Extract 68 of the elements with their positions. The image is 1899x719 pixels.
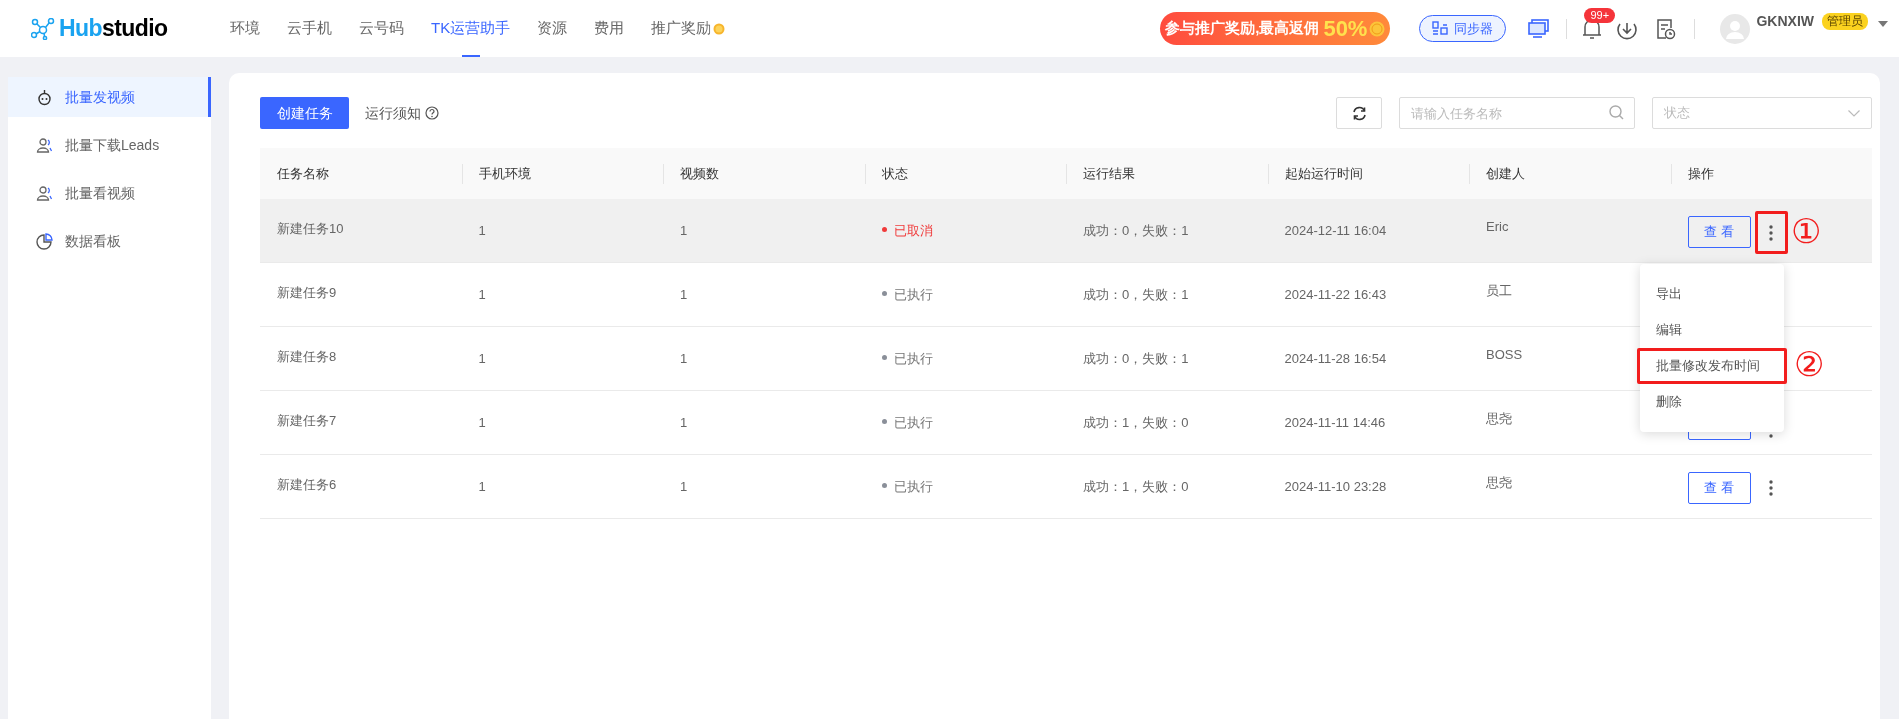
table-cell: 成功：0，失败：1 [1083,351,1189,366]
column-header: 手机环境 [478,164,531,183]
table-cell: 1 [478,287,486,302]
table-cell: 2024-11-11 14:46 [1284,415,1386,430]
sidebar-item[interactable]: 批量发视频 [8,77,211,117]
status-text: 已执行 [893,414,933,432]
table-cell: 1 [478,223,486,238]
column-header: 创建人 [1486,164,1525,183]
logo-text: Hubstudio [59,17,168,40]
annotation-number: ① [1791,214,1822,248]
column-header: 操作 [1687,164,1714,183]
table-cell: 成功：1，失败：0 [1083,415,1189,430]
table-cell: 成功：0，失败：1 [1083,223,1189,238]
table-cell: BOSS [1486,347,1523,362]
nav-tab[interactable]: 费用 [594,0,625,57]
nav-tab[interactable]: 云手机 [287,0,332,57]
nav-tab[interactable]: 环境 [230,0,260,57]
table-cell: 1 [680,223,688,238]
table-cell: 1 [478,415,486,430]
search-field[interactable]: 请输入任务名称 [1399,97,1635,129]
role-badge: 管理员 [1822,13,1868,30]
nav-tab[interactable]: 资源 [537,0,568,57]
table-cell: 思尧 [1486,411,1512,426]
table-cell: 成功：0，失败：1 [1083,287,1189,302]
nav-tab[interactable]: 云号码 [359,0,404,57]
column-header: 状态 [881,164,908,183]
table-cell: 2024-11-28 16:54 [1284,351,1387,366]
menu-item[interactable]: 导出 [1640,276,1784,312]
column-header: 任务名称 [277,164,329,183]
nav-tab[interactable]: 推广奖励 [651,0,726,57]
table-cell: 1 [680,415,688,430]
column-header: 运行结果 [1083,164,1135,183]
table-cell: Eric [1486,219,1509,234]
table-cell: 新建任务8 [277,349,337,364]
table-cell: 2024-11-22 16:43 [1284,287,1387,302]
menu-item[interactable]: 批量修改发布时间 [1637,348,1787,384]
table-cell: 1 [680,479,688,494]
notification-badge: 99+ [1584,7,1616,23]
table-cell: 1 [680,351,688,366]
create-task-button[interactable]: 创建任务 [260,97,349,129]
table-cell: 1 [680,287,688,302]
sidebar-item[interactable]: 批量下载Leads [8,125,211,165]
table-cell: 成功：1，失败：0 [1083,479,1189,494]
table-cell: 新建任务7 [277,413,337,428]
column-header: 视频数 [680,164,719,183]
status-text: 已执行 [893,478,933,496]
run-notice-link[interactable]: 运行须知 [365,102,421,124]
view-button[interactable]: 查 看 [1687,472,1751,504]
status-text: 已执行 [893,350,933,368]
sidebar-item[interactable]: 数据看板 [8,221,211,261]
view-button[interactable]: 查 看 [1687,216,1751,248]
table-cell: 新建任务6 [277,477,337,492]
status-text: 已取消 [893,222,933,240]
sidebar-item[interactable]: 批量看视频 [8,173,211,213]
sync-button[interactable]: 同步器 [1419,15,1507,42]
user-name: GKNXIW [1756,12,1814,31]
table-cell: 新建任务10 [277,221,344,236]
table-cell: 2024-12-11 16:04 [1284,223,1387,238]
table-cell: 思尧 [1486,475,1512,490]
table-cell: 2024-11-10 23:28 [1284,479,1387,494]
column-header: 起始运行时间 [1284,164,1363,183]
table-cell: 1 [478,479,486,494]
nav-tab[interactable]: TK运营助手 [431,0,511,57]
status-text: 已执行 [893,286,933,304]
annotation-number: ② [1794,347,1825,381]
table-cell: 1 [478,351,486,366]
table-cell: 新建任务9 [277,285,337,300]
table-cell: 员工 [1486,283,1512,298]
